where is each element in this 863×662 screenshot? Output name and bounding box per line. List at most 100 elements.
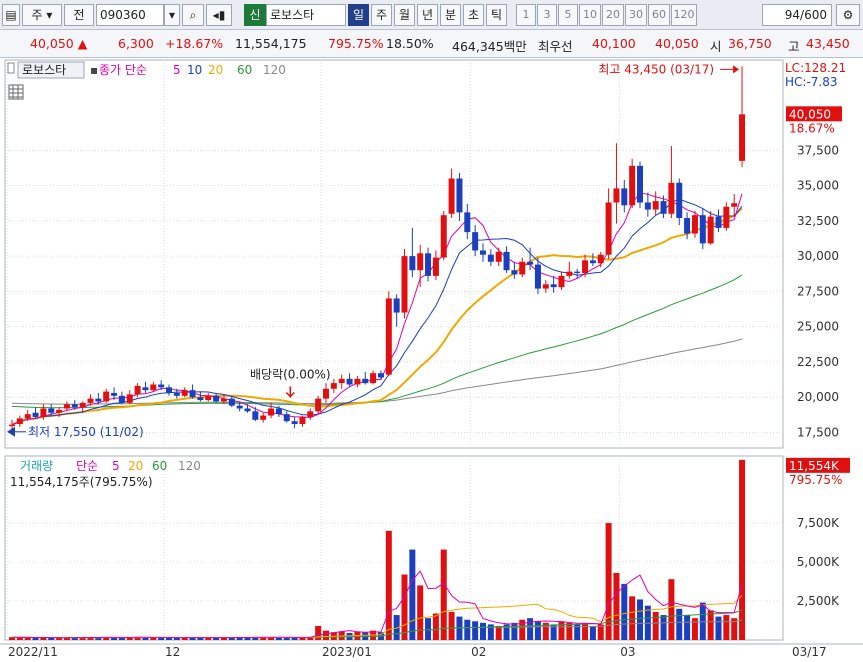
interval-button-5[interactable]: 5 xyxy=(558,4,578,26)
price-tick-label: 22,500 xyxy=(797,355,839,369)
high-label: 고 xyxy=(788,39,800,54)
dividend-annotation: 배당락(0.00%) xyxy=(250,367,331,381)
legend-handle-icon xyxy=(7,62,15,74)
period-button-2[interactable]: 월 xyxy=(394,4,415,26)
price-change-pct: +18.67% xyxy=(165,36,224,51)
candle-body xyxy=(472,232,479,251)
interval-button-120[interactable]: 120 xyxy=(671,4,697,26)
candle-body xyxy=(723,206,730,228)
volume-bar xyxy=(166,637,172,640)
interval-button-30[interactable]: 30 xyxy=(625,4,647,26)
volume-bar xyxy=(480,622,486,640)
candle-body xyxy=(299,416,306,425)
volume-bar xyxy=(385,530,392,640)
volume-bar xyxy=(283,637,290,640)
open-label: 시 xyxy=(710,39,722,54)
interval-button-1[interactable]: 1 xyxy=(516,4,536,26)
volume-bar xyxy=(660,615,667,640)
candle-body xyxy=(48,408,55,413)
candle-body xyxy=(715,216,722,228)
volume-bar xyxy=(456,616,463,640)
volume-bar xyxy=(158,637,165,640)
legend-period-10: 10 xyxy=(187,63,202,77)
search-icon[interactable]: ⌕ xyxy=(182,4,204,26)
candle-body xyxy=(268,408,275,416)
period-button-6[interactable]: 틱 xyxy=(486,4,507,26)
volume-bar xyxy=(417,585,424,640)
volume-bar xyxy=(495,625,502,640)
candle-body xyxy=(707,216,714,244)
price-tick-label: 37,500 xyxy=(797,143,839,157)
volume-bar xyxy=(472,621,479,640)
price-info-bar: 40,050 ▲ 6,300 +18.67% 11,554,175 795.75… xyxy=(0,30,863,58)
price-tick-label: 32,500 xyxy=(797,214,839,228)
candle-body xyxy=(574,271,581,274)
volume-ratio: 795.75% xyxy=(328,36,384,51)
volume-bar xyxy=(652,611,659,640)
volume-bar xyxy=(32,637,39,640)
candle-body xyxy=(511,270,518,275)
candle-body xyxy=(330,383,337,389)
volume-bar xyxy=(534,621,541,640)
legend-period-60: 60 xyxy=(237,63,252,77)
code-dropdown-icon[interactable]: ▾ xyxy=(164,4,180,26)
interval-button-3[interactable]: 3 xyxy=(537,4,557,26)
volume-legend-method: 단순 xyxy=(76,459,98,473)
volume-bar xyxy=(95,637,102,640)
stock-name[interactable]: 로보스타 xyxy=(266,4,346,26)
volume-bar xyxy=(323,630,329,640)
candle-body xyxy=(236,405,243,409)
volume-bar xyxy=(401,574,408,640)
volume-value: 11,554,175 xyxy=(235,36,307,51)
interval-button-20[interactable]: 20 xyxy=(602,4,624,26)
candle-body xyxy=(566,271,573,276)
candle-body xyxy=(401,256,408,313)
candle-body xyxy=(519,261,526,275)
market-select[interactable]: 주 ▾ xyxy=(22,4,62,26)
volume-bar xyxy=(197,637,204,640)
volume-legend-period-5: 5 xyxy=(112,459,120,473)
volume-bar xyxy=(699,602,706,640)
candle-body xyxy=(95,398,102,402)
interval-button-60[interactable]: 60 xyxy=(648,4,670,26)
best-bid: 40,050 xyxy=(655,36,699,51)
volume-bar xyxy=(707,610,714,640)
candle-body xyxy=(134,385,141,395)
type-select[interactable]: 전 xyxy=(64,4,94,26)
candle-body xyxy=(63,404,70,409)
period-button-4[interactable]: 분 xyxy=(440,4,461,26)
last-volume-ratio: 795.75% xyxy=(789,473,842,487)
candle-body xyxy=(32,412,39,417)
market-tag: 신 xyxy=(244,4,266,26)
candle-body xyxy=(597,254,604,264)
speaker-icon[interactable]: ◂▮ xyxy=(206,4,232,26)
candle-body xyxy=(637,165,643,203)
candle-body xyxy=(283,414,290,422)
candle-body xyxy=(393,298,400,313)
candle-body xyxy=(440,215,447,258)
chart-settings-icon[interactable]: ⚙ xyxy=(836,4,860,26)
code-input[interactable]: 090360 xyxy=(96,4,164,26)
candle-body xyxy=(189,390,196,398)
volume-bar xyxy=(621,583,628,640)
volume-bar xyxy=(684,615,691,640)
candle-body xyxy=(142,387,149,391)
period-button-1[interactable]: 주 xyxy=(371,4,392,26)
period-button-5[interactable]: 초 xyxy=(463,4,484,26)
candle-body xyxy=(87,398,94,403)
candle-body xyxy=(652,201,659,210)
high-price: 43,450 xyxy=(806,36,850,51)
price-tick-label: 30,000 xyxy=(797,249,839,263)
chart-menu-icon[interactable]: ▤ xyxy=(2,4,20,26)
price-tick-label: 20,000 xyxy=(797,390,839,404)
x-tick-label: 2023/01 xyxy=(322,645,372,659)
volume-bar xyxy=(315,625,322,640)
best-ask-label: 최우선 xyxy=(538,39,573,54)
interval-button-10[interactable]: 10 xyxy=(579,4,601,26)
candle-body xyxy=(228,398,235,406)
period-button-3[interactable]: 년 xyxy=(417,4,438,26)
candle-body xyxy=(370,373,377,384)
count-field[interactable]: 94/600 xyxy=(762,4,832,26)
period-button-0[interactable]: 일 xyxy=(348,4,369,26)
stock-chart[interactable]: 17,500 20,000 22,500 25,000 27,500 30,000 32,5… xyxy=(0,58,863,662)
